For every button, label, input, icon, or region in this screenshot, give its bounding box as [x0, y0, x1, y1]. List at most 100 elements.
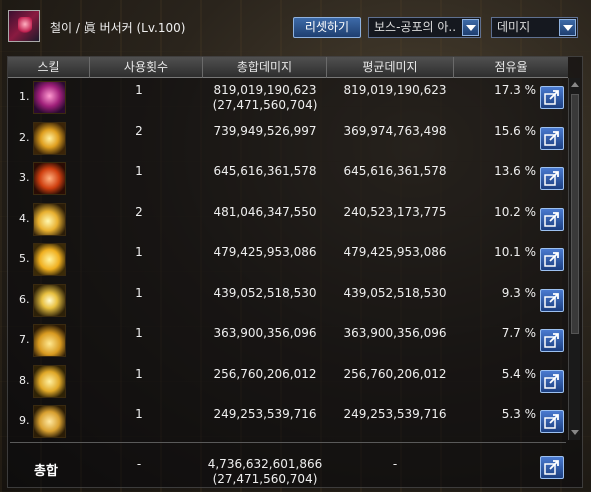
header-skill: 스킬: [8, 57, 90, 78]
scroll-down-icon[interactable]: [570, 428, 580, 438]
header-share: 점유율: [494, 60, 528, 74]
scroll-up-icon[interactable]: [570, 80, 580, 90]
summary-total-sub: (27,471,560,704): [212, 472, 318, 486]
row-average-damage: 819,019,190,623: [343, 83, 447, 97]
row-total-value: 439,052,518,530: [213, 285, 317, 300]
berserker-skill-icon-1: [33, 81, 66, 114]
share-export-icon: [544, 211, 559, 227]
table-row: 1. 1 819,019,190,623 (27,471,560,704) 819,01…: [8, 78, 568, 118]
table-row: 9. 1 249,253,539,716 249,253,539,716 5.3 %: [8, 402, 568, 442]
row-share: 10.2 %: [494, 204, 536, 219]
row-rank: 7.: [19, 333, 30, 346]
row-share: 15.6 %: [494, 123, 536, 138]
reset-button[interactable]: 리셋하기: [293, 17, 361, 38]
top-bar: 철이 / 眞 버서커 (Lv.100) 리셋하기 보스-공포의 아.. 데미지: [0, 0, 591, 52]
share-export-icon: [544, 373, 559, 389]
character-name: 철이 / 眞 버서커 (Lv.100): [50, 21, 186, 35]
share-export-icon: [544, 292, 559, 308]
share-export-icon: [544, 252, 559, 267]
row-total-damage: 819,019,190,623 (27,471,560,704): [201, 83, 329, 113]
row-average-damage: 439,052,518,530: [343, 285, 447, 300]
row-uses: 2: [135, 123, 143, 138]
row-average-damage: 363,900,356,096: [343, 326, 447, 340]
share-button[interactable]: [540, 248, 564, 271]
berserker-skill-icon-2: [33, 121, 66, 155]
table-row: 4. 2 481,046,347,550 240,523,173,775 10.2 %: [8, 200, 568, 240]
row-uses: 1: [135, 326, 143, 340]
summary-total-value: 4,736,632,601,866: [207, 457, 323, 471]
row-uses: 2: [135, 204, 143, 219]
berserker-skill-icon-4: [33, 202, 66, 236]
row-uses: 1: [135, 366, 143, 381]
summary-average: -: [392, 457, 398, 471]
berserker-skill-icon-5: [33, 243, 66, 276]
row-rank: 1.: [19, 90, 30, 103]
berserker-skill-icon-8: [33, 364, 66, 398]
share-button[interactable]: [540, 456, 564, 479]
share-button[interactable]: [540, 410, 564, 433]
row-share: 17.3 %: [494, 83, 536, 97]
boss-select[interactable]: 보스-공포의 아..: [368, 17, 481, 38]
table-row: 3. 1 645,616,361,578 645,616,361,578 13.6 %: [8, 159, 568, 199]
row-rank: 4.: [19, 211, 30, 225]
row-uses: 1: [135, 164, 143, 178]
row-share: 5.4 %: [501, 366, 536, 381]
row-total-value: 256,760,206,012: [213, 366, 317, 381]
summary-row: 총합 - 4,736,632,601,866 (27,471,560,704) …: [8, 446, 568, 488]
share-export-icon: [544, 333, 559, 348]
header-average-damage: 평균데미지: [327, 57, 454, 78]
share-button[interactable]: [540, 207, 564, 231]
row-rank: 2.: [19, 130, 30, 144]
row-average-damage: 479,425,953,086: [343, 245, 447, 259]
share-export-icon: [544, 460, 559, 475]
summary-divider: [10, 442, 566, 443]
share-button[interactable]: [540, 369, 564, 393]
boss-select-value: 보스-공포의 아..: [374, 20, 457, 34]
berserker-skill-icon-3: [33, 162, 66, 195]
row-total-value: 249,253,539,716: [213, 407, 317, 421]
row-total-damage: 645,616,361,578: [201, 164, 329, 179]
row-total-damage: 249,253,539,716: [201, 407, 329, 422]
share-button[interactable]: [540, 288, 564, 312]
summary-total-damage: 4,736,632,601,866 (27,471,560,704): [201, 457, 329, 487]
share-button[interactable]: [540, 329, 564, 352]
row-total-damage: 479,425,953,086: [201, 245, 329, 260]
row-share: 10.1 %: [494, 245, 536, 259]
row-uses: 1: [135, 285, 143, 300]
table-row: 8. 1 256,760,206,012 256,760,206,012 5.4 %: [8, 362, 568, 402]
row-average-damage: 369,974,763,498: [343, 123, 447, 138]
row-total-damage: 481,046,347,550: [201, 205, 329, 220]
row-average-damage: 256,760,206,012: [343, 366, 447, 381]
share-button[interactable]: [540, 86, 564, 109]
share-export-icon: [544, 414, 559, 429]
table-scrollbar[interactable]: [568, 78, 580, 440]
row-rank: 3.: [19, 171, 30, 184]
chevron-down-icon[interactable]: [462, 19, 479, 36]
row-rank: 5.: [19, 252, 30, 265]
share-export-icon: [544, 90, 559, 105]
table-row: 6. 1 439,052,518,530 439,052,518,530 9.3 %: [8, 281, 568, 321]
row-rank: 9.: [19, 414, 30, 427]
berserker-skill-icon-7: [33, 324, 66, 357]
row-uses: 1: [135, 407, 143, 421]
chevron-down-icon[interactable]: [559, 19, 576, 36]
row-total-value: 481,046,347,550: [213, 204, 317, 219]
summary-uses: -: [136, 457, 142, 471]
row-total-value: 479,425,953,086: [213, 245, 317, 259]
row-total-damage: 439,052,518,530: [201, 286, 329, 301]
row-rank: 8.: [19, 373, 30, 387]
table-row: 5. 1 479,425,953,086 479,425,953,086 10.1 %: [8, 240, 568, 280]
table-row: 2. 2 739,949,526,997 369,974,763,498 15.6 %: [8, 119, 568, 159]
share-button[interactable]: [540, 126, 564, 150]
scroll-thumb[interactable]: [571, 94, 579, 334]
share-export-icon: [544, 171, 559, 186]
table-row: 7. 1 363,900,356,096 363,900,356,096 7.7 %: [8, 321, 568, 361]
row-total-value: 819,019,190,623: [213, 83, 317, 97]
row-average-damage: 240,523,173,775: [343, 204, 447, 219]
metric-select[interactable]: 데미지: [491, 17, 578, 38]
share-button[interactable]: [540, 167, 564, 190]
row-total-damage: 363,900,356,096: [201, 326, 329, 341]
header-uses: 사용횟수: [90, 57, 203, 78]
row-uses: 1: [135, 245, 143, 259]
berserker-skill-icon-6: [33, 283, 66, 317]
